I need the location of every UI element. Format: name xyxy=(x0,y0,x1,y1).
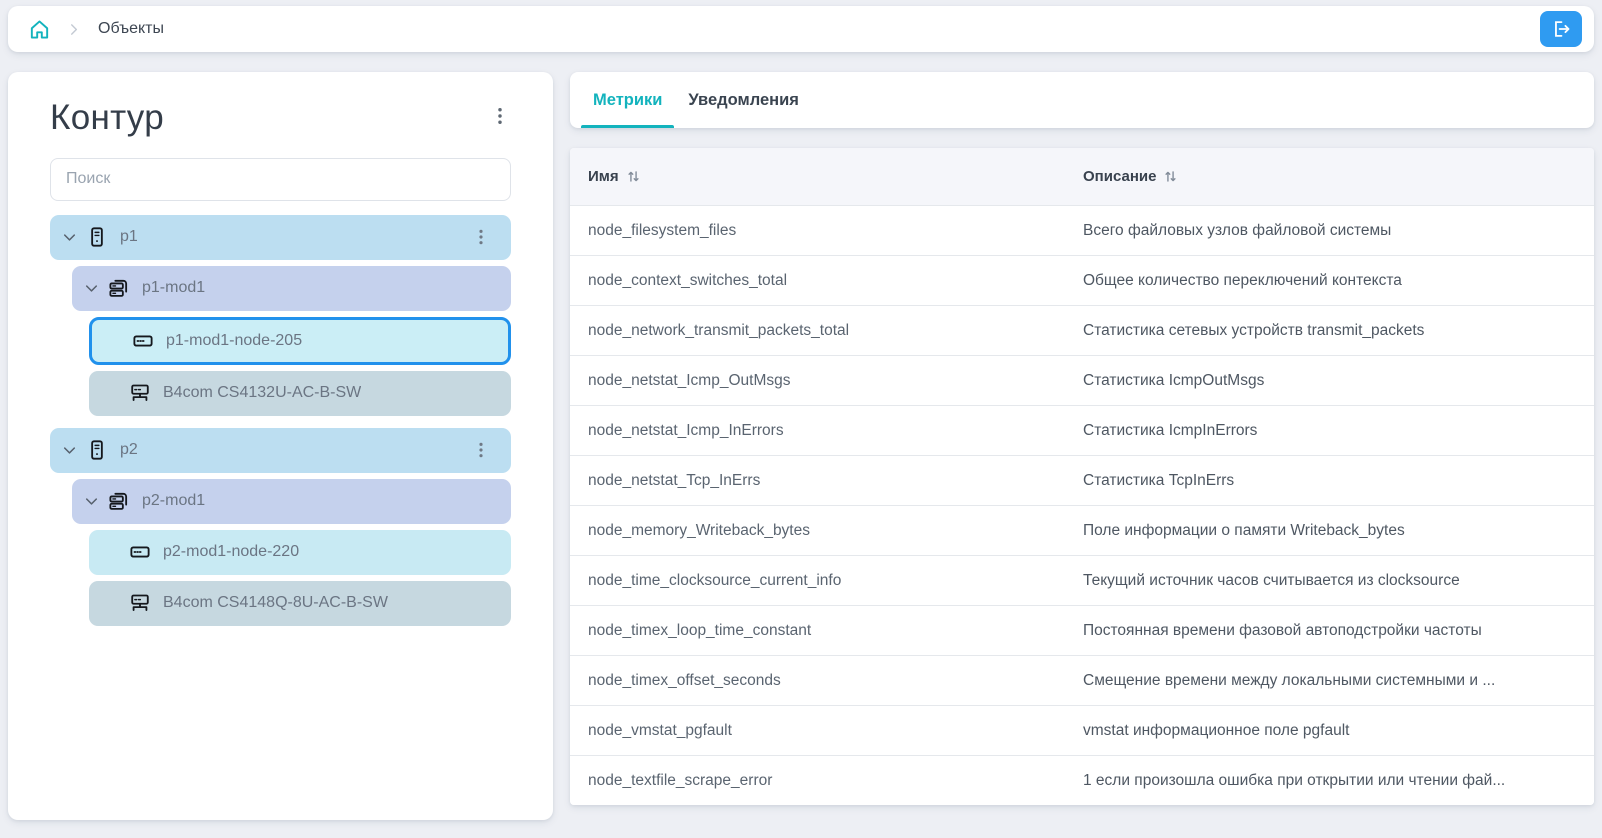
metric-name: node_textfile_scrape_error xyxy=(570,772,1083,790)
panel-title: Контур xyxy=(50,96,164,140)
metrics-table: Имя Описание node_filesystem_files Всего… xyxy=(570,148,1594,805)
breadcrumb: Объекты xyxy=(98,20,164,38)
table-row[interactable]: node_vmstat_pgfault vmstat информационно… xyxy=(570,705,1594,755)
top-bar: Объекты xyxy=(8,6,1594,52)
kebab-menu-icon[interactable] xyxy=(471,439,491,461)
server-icon xyxy=(86,439,108,461)
chevron-down-icon[interactable] xyxy=(60,228,79,247)
logout-button[interactable] xyxy=(1540,11,1582,47)
metric-name: node_time_clocksource_current_info xyxy=(570,572,1083,590)
tab-metrics[interactable]: Метрики xyxy=(581,72,674,128)
metric-description: Постоянная времени фазовой автоподстройк… xyxy=(1083,622,1594,640)
metric-description: Смещение времени между локальными систем… xyxy=(1083,672,1594,690)
table-row[interactable]: node_filesystem_files Всего файловых узл… xyxy=(570,205,1594,255)
metric-description: Статистика IcmpInErrors xyxy=(1083,422,1594,440)
tree-item[interactable]: p1-mod1 xyxy=(72,266,511,311)
metric-name: node_timex_loop_time_constant xyxy=(570,622,1083,640)
tree-item[interactable]: p1-mod1-node-205 xyxy=(89,317,511,365)
metric-description: Общее количество переключений контекста xyxy=(1083,272,1594,290)
tree-item[interactable]: B4com CS4148Q-8U-AC-B-SW xyxy=(89,581,511,626)
metric-description: Всего файловых узлов файловой системы xyxy=(1083,222,1594,240)
node-icon xyxy=(129,541,151,563)
kebab-menu-icon[interactable] xyxy=(471,226,491,248)
tree-item-label: p1-mod1-node-205 xyxy=(166,332,302,350)
table-row[interactable]: node_timex_loop_time_constant Постоянная… xyxy=(570,605,1594,655)
metric-description: Текущий источник часов считывается из cl… xyxy=(1083,572,1594,590)
metric-name: node_timex_offset_seconds xyxy=(570,672,1083,690)
tree-item[interactable]: p2 xyxy=(50,428,511,473)
kebab-menu-icon[interactable] xyxy=(489,96,511,136)
metric-description: Поле информации о памяти Writeback_bytes xyxy=(1083,522,1594,540)
table-row[interactable]: node_netstat_Icmp_OutMsgs Статистика Icm… xyxy=(570,355,1594,405)
module-icon xyxy=(108,490,130,512)
search-input[interactable] xyxy=(50,158,511,201)
tab-notifications[interactable]: Уведомления xyxy=(676,72,810,128)
table-row[interactable]: node_netstat_Tcp_InErrs Статистика TcpIn… xyxy=(570,455,1594,505)
tree-item-label: B4com CS4132U-AC-B-SW xyxy=(163,384,361,402)
contour-panel: Контур p1 p1-mod1 p1-mod1-node-205 xyxy=(8,72,553,820)
metric-name: node_filesystem_files xyxy=(570,222,1083,240)
tree-item[interactable]: p2-mod1-node-220 xyxy=(89,530,511,575)
table-row[interactable]: node_timex_offset_seconds Смещение време… xyxy=(570,655,1594,705)
table-row[interactable]: node_memory_Writeback_bytes Поле информа… xyxy=(570,505,1594,555)
metric-name: node_netstat_Icmp_OutMsgs xyxy=(570,372,1083,390)
column-header-description: Описание xyxy=(1083,168,1594,185)
table-row[interactable]: node_context_switches_total Общее количе… xyxy=(570,255,1594,305)
sort-arrows-icon[interactable] xyxy=(1163,169,1178,184)
table-row[interactable]: node_time_clocksource_current_info Текущ… xyxy=(570,555,1594,605)
metric-name: node_memory_Writeback_bytes xyxy=(570,522,1083,540)
logout-icon xyxy=(1550,18,1572,40)
node-icon xyxy=(132,330,154,352)
home-icon[interactable] xyxy=(28,18,51,41)
server-icon xyxy=(86,226,108,248)
metric-name: node_netstat_Icmp_InErrors xyxy=(570,422,1083,440)
chevron-down-icon[interactable] xyxy=(82,279,101,298)
metric-description: Статистика IcmpOutMsgs xyxy=(1083,372,1594,390)
metric-description: Статистика сетевых устройств transmit_pa… xyxy=(1083,322,1594,340)
table-row[interactable]: node_textfile_scrape_error 1 если произо… xyxy=(570,755,1594,805)
tree-item-label: p2-mod1 xyxy=(142,492,205,510)
sort-arrows-icon[interactable] xyxy=(626,169,641,184)
tree-item-label: B4com CS4148Q-8U-AC-B-SW xyxy=(163,594,388,612)
metric-name: node_netstat_Tcp_InErrs xyxy=(570,472,1083,490)
column-header-name: Имя xyxy=(570,168,1083,185)
table-row[interactable]: node_network_transmit_packets_total Стат… xyxy=(570,305,1594,355)
tree-item[interactable]: B4com CS4132U-AC-B-SW xyxy=(89,371,511,416)
metric-name: node_network_transmit_packets_total xyxy=(570,322,1083,340)
tree-item[interactable]: p1 xyxy=(50,215,511,260)
table-row[interactable]: node_netstat_Icmp_InErrors Статистика Ic… xyxy=(570,405,1594,455)
tree-item-label: p1 xyxy=(120,228,138,246)
chevron-down-icon[interactable] xyxy=(82,492,101,511)
table-body: node_filesystem_files Всего файловых узл… xyxy=(570,205,1594,805)
metric-description: Статистика TcpInErrs xyxy=(1083,472,1594,490)
metric-name: node_context_switches_total xyxy=(570,272,1083,290)
tree-item-label: p2-mod1-node-220 xyxy=(163,543,299,561)
switch-icon xyxy=(129,592,151,614)
tree-item-label: p1-mod1 xyxy=(142,279,205,297)
metric-name: node_vmstat_pgfault xyxy=(570,722,1083,740)
tree-item[interactable]: p2-mod1 xyxy=(72,479,511,524)
switch-icon xyxy=(129,382,151,404)
chevron-right-icon xyxy=(65,21,82,38)
tree-item-label: p2 xyxy=(120,441,138,459)
table-header-row: Имя Описание xyxy=(570,148,1594,205)
module-icon xyxy=(108,277,130,299)
tabs-bar: Метрики Уведомления xyxy=(570,72,1594,128)
metric-description: 1 если произошла ошибка при открытии или… xyxy=(1083,772,1594,790)
chevron-down-icon[interactable] xyxy=(60,441,79,460)
object-tree: p1 p1-mod1 p1-mod1-node-205 B4com CS4132… xyxy=(50,215,511,626)
metric-description: vmstat информационное поле pgfault xyxy=(1083,722,1594,740)
